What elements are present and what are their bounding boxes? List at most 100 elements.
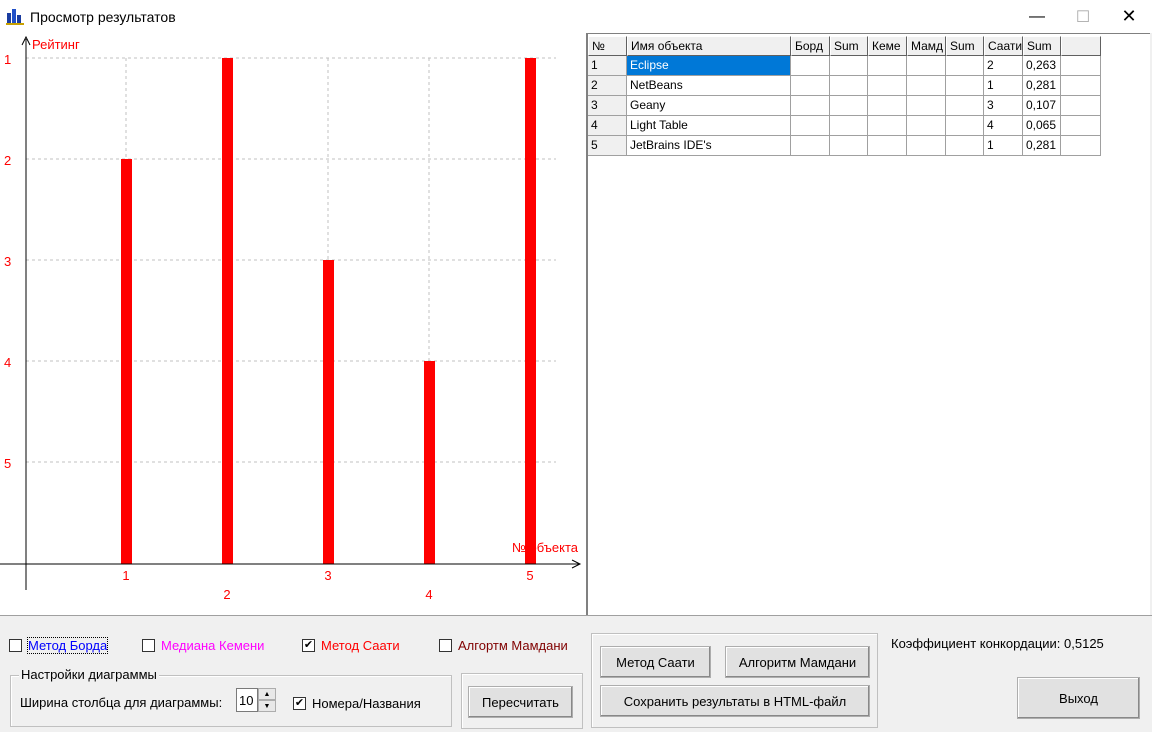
minimize-button[interactable]: — (1014, 0, 1060, 33)
exit-button[interactable]: Выход (1017, 677, 1140, 719)
grid-cell[interactable] (1061, 96, 1101, 116)
y-tick-label: 4 (4, 355, 11, 370)
grid-cell[interactable] (1061, 56, 1101, 76)
grid-cell[interactable]: Light Table (627, 116, 791, 136)
grid-cell[interactable] (791, 116, 830, 136)
spin-down-icon[interactable]: ▼ (258, 700, 276, 712)
grid-header-cell[interactable]: Sum (1023, 36, 1061, 56)
grid-cell[interactable] (791, 136, 830, 156)
grid-cell[interactable] (830, 76, 868, 96)
kemeny-checkbox-box[interactable] (142, 639, 155, 652)
grid-cell[interactable] (791, 76, 830, 96)
grid-cell[interactable]: 0,065 (1023, 116, 1061, 136)
results-grid-panel[interactable]: № Имя объекта Борд Sum Кеме Мамд Sum Саати Sum 1 E… (586, 33, 1150, 615)
grid-header-cell[interactable]: № (588, 36, 627, 56)
kemeny-checkbox[interactable]: Медиана Кемени (142, 638, 264, 653)
x-tick-label: 2 (223, 587, 230, 602)
grid-cell[interactable]: 1 (588, 56, 627, 76)
grid-cell[interactable] (907, 76, 946, 96)
grid-cell[interactable]: 0,263 (1023, 56, 1061, 76)
saaty-label[interactable]: Метод Саати (321, 638, 400, 653)
grid-cell[interactable] (907, 96, 946, 116)
grid-header-cell[interactable]: Кеме (868, 36, 907, 56)
saaty-method-button[interactable]: Метод Саати (600, 646, 711, 678)
grid-cell[interactable]: 0,107 (1023, 96, 1061, 116)
maximize-button[interactable]: ☐ (1060, 0, 1106, 33)
grid-cell[interactable] (946, 56, 984, 76)
grid-cell[interactable]: 5 (588, 136, 627, 156)
grid-cell[interactable] (946, 116, 984, 136)
grid-cell[interactable]: 3 (588, 96, 627, 116)
y-tick-label: 3 (4, 254, 11, 269)
close-button[interactable]: ✕ (1106, 0, 1152, 33)
grid-cell[interactable] (946, 76, 984, 96)
grid-header-cell[interactable]: Борд (791, 36, 830, 56)
grid-header-cell[interactable]: Мамд (907, 36, 946, 56)
grid-cell[interactable] (907, 116, 946, 136)
grid-cell[interactable]: 4 (588, 116, 627, 136)
mamdani-checkbox[interactable]: Алгортм Мамдани (439, 638, 568, 653)
numbers-names-checkbox-box[interactable]: ✔ (293, 697, 306, 710)
grid-cell[interactable] (868, 136, 907, 156)
diagram-settings-title: Настройки диаграммы (19, 667, 159, 682)
grid-cell[interactable]: 1 (984, 136, 1023, 156)
grid-cell[interactable] (868, 56, 907, 76)
grid-cell[interactable] (830, 116, 868, 136)
grid-cell[interactable]: 4 (984, 116, 1023, 136)
grid-cell[interactable] (907, 56, 946, 76)
grid-cell[interactable]: 2 (984, 56, 1023, 76)
rating-chart: 1 2 3 4 5 1 2 3 4 5 Рейтинг № объекта (0, 33, 586, 615)
grid-cell[interactable] (907, 136, 946, 156)
grid-cell[interactable] (1061, 76, 1101, 96)
grid-cell[interactable]: 0,281 (1023, 76, 1061, 96)
grid-cell[interactable] (830, 96, 868, 116)
grid-cell[interactable]: 0,281 (1023, 136, 1061, 156)
grid-cell[interactable] (946, 96, 984, 116)
grid-cell[interactable]: Geany (627, 96, 791, 116)
bar (525, 58, 536, 564)
grid-cell[interactable] (868, 96, 907, 116)
saaty-checkbox[interactable]: ✔ Метод Саати (302, 638, 400, 653)
grid-header-cell[interactable]: Имя объекта (627, 36, 791, 56)
numbers-names-label[interactable]: Номера/Названия (312, 696, 421, 711)
column-width-input[interactable] (236, 688, 258, 712)
saaty-checkbox-box[interactable]: ✔ (302, 639, 315, 652)
borda-checkbox-box[interactable] (9, 639, 22, 652)
grid-cell[interactable] (1061, 116, 1101, 136)
borda-checkbox[interactable]: Метод Борда (9, 637, 109, 654)
bottom-panel: Метод Борда Медиана Кемени ✔ Метод Саати… (0, 615, 1152, 732)
borda-label[interactable]: Метод Борда (26, 637, 109, 654)
grid-cell[interactable]: 3 (984, 96, 1023, 116)
mamdani-label[interactable]: Алгортм Мамдани (458, 638, 568, 653)
grid-cell[interactable] (830, 136, 868, 156)
mamdani-checkbox-box[interactable] (439, 639, 452, 652)
numbers-names-checkbox[interactable]: ✔ Номера/Названия (293, 696, 421, 711)
mamdani-algorithm-button[interactable]: Алгоритм Мамдани (725, 646, 870, 678)
recalc-button[interactable]: Пересчитать (468, 686, 573, 718)
y-axis-title: Рейтинг (32, 37, 80, 52)
grid-cell[interactable] (1061, 136, 1101, 156)
grid-header-cell[interactable]: Sum (946, 36, 984, 56)
grid-header-cell[interactable] (1061, 36, 1101, 56)
bar (222, 58, 233, 564)
grid-cell[interactable]: 1 (984, 76, 1023, 96)
grid-cell[interactable]: 2 (588, 76, 627, 96)
x-axis-title: № объекта (512, 540, 579, 555)
grid-cell[interactable] (830, 56, 868, 76)
grid-cell[interactable]: JetBrains IDE's (627, 136, 791, 156)
app-icon (6, 9, 24, 25)
spin-up-icon[interactable]: ▲ (258, 688, 276, 700)
grid-cell[interactable] (946, 136, 984, 156)
grid-cell[interactable] (868, 116, 907, 136)
grid-cell[interactable]: NetBeans (627, 76, 791, 96)
column-width-spinner[interactable]: ▲ ▼ (236, 688, 278, 714)
kemeny-label[interactable]: Медиана Кемени (161, 638, 264, 653)
grid-cell[interactable]: Eclipse (627, 56, 791, 76)
y-tick-label: 1 (4, 52, 11, 67)
save-html-button[interactable]: Сохранить результаты в HTML-файл (600, 685, 870, 717)
grid-cell[interactable] (791, 96, 830, 116)
grid-header-cell[interactable]: Саати (984, 36, 1023, 56)
grid-cell[interactable] (868, 76, 907, 96)
grid-cell[interactable] (791, 56, 830, 76)
grid-header-cell[interactable]: Sum (830, 36, 868, 56)
